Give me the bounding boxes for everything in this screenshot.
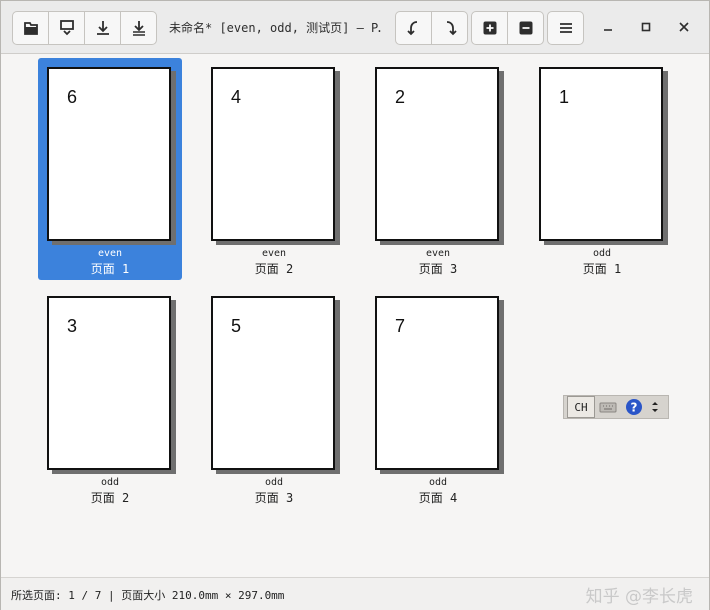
page-preview: 6 xyxy=(47,67,171,241)
zoom-in-icon xyxy=(483,21,496,35)
page-source-file: odd xyxy=(428,477,448,488)
page-label: 页面 2 xyxy=(254,262,294,276)
page-source-file: even xyxy=(425,248,451,259)
app-window: 未命名* [even, odd, 测试页] — P… 6 even 页面 1 4… xyxy=(0,0,710,610)
window-title: 未命名* [even, odd, 测试页] — P… xyxy=(169,21,381,35)
page-thumbnail[interactable]: 4 even 页面 2 xyxy=(202,58,346,280)
header-bar: 未命名* [even, odd, 测试页] — P… xyxy=(1,1,709,54)
file-button-group xyxy=(12,11,157,45)
page-number: 4 xyxy=(231,87,242,107)
open-icon xyxy=(23,22,38,35)
keyboard-icon xyxy=(599,402,617,413)
page-thumbnail[interactable]: 2 even 页面 3 xyxy=(366,58,510,280)
export-button[interactable] xyxy=(85,12,121,44)
page-preview: 4 xyxy=(211,67,335,241)
minimize-button[interactable] xyxy=(597,16,619,38)
menu-button-group xyxy=(547,11,584,45)
status-bar: 所选页面: 1 / 7 | 页面大小 210.0mm × 297.0mm 知乎 … xyxy=(1,577,709,610)
watermark: 知乎 @李长虎 xyxy=(585,587,693,607)
page-preview: 5 xyxy=(211,296,335,470)
close-button[interactable] xyxy=(673,16,695,38)
rotate-right-button[interactable] xyxy=(432,12,467,44)
page-number: 1 xyxy=(559,87,570,107)
rotate-right-icon xyxy=(446,21,457,36)
save-button[interactable] xyxy=(49,12,85,44)
page-label: 页面 2 xyxy=(90,491,130,505)
page-number: 3 xyxy=(67,316,78,336)
hamburger-menu-icon xyxy=(559,23,572,33)
chevron-updown-icon xyxy=(652,402,658,412)
rotate-button-group xyxy=(395,11,468,45)
close-icon xyxy=(679,22,689,32)
maximize-button[interactable] xyxy=(635,16,657,38)
page-source-file: odd xyxy=(592,248,612,259)
ime-options-button[interactable] xyxy=(647,397,663,417)
page-number: 7 xyxy=(395,316,406,336)
menu-button[interactable] xyxy=(548,12,583,44)
zoom-button-group xyxy=(471,11,544,45)
page-thumbnail[interactable]: 3 odd 页面 2 xyxy=(38,287,182,509)
export-all-icon xyxy=(132,21,145,36)
open-button[interactable] xyxy=(13,12,49,44)
rotate-left-icon xyxy=(406,21,417,36)
page-preview: 1 xyxy=(539,67,663,241)
export-all-button[interactable] xyxy=(121,12,156,44)
page-grid: 6 even 页面 1 4 even 页面 2 2 even 页面 3 1 od… xyxy=(1,54,709,576)
page-label: 页面 4 xyxy=(418,491,458,505)
page-thumbnail[interactable]: 6 even 页面 1 xyxy=(38,58,182,280)
ime-keyboard-button[interactable] xyxy=(595,397,621,417)
zoom-in-button[interactable] xyxy=(472,12,508,44)
zoom-out-button[interactable] xyxy=(508,12,543,44)
page-source-file: even xyxy=(261,248,287,259)
zoom-out-icon xyxy=(519,21,532,35)
page-label: 页面 3 xyxy=(418,262,458,276)
ime-language-button[interactable]: CH xyxy=(567,396,595,418)
page-preview: 3 xyxy=(47,296,171,470)
help-icon: ? xyxy=(626,399,642,415)
ime-toolbar: CH ? xyxy=(563,395,669,419)
page-preview: 2 xyxy=(375,67,499,241)
selection-status: 所选页面: 1 / 7 | 页面大小 210.0mm × 297.0mm xyxy=(11,589,285,602)
page-source-file: odd xyxy=(100,477,120,488)
page-preview: 7 xyxy=(375,296,499,470)
rotate-left-button[interactable] xyxy=(396,12,432,44)
page-thumbnail[interactable]: 5 odd 页面 3 xyxy=(202,287,346,509)
page-source-file: odd xyxy=(264,477,284,488)
page-number: 6 xyxy=(67,87,78,107)
page-thumbnail[interactable]: 7 odd 页面 4 xyxy=(366,287,510,509)
export-icon xyxy=(96,21,109,35)
page-label: 页面 1 xyxy=(582,262,622,276)
page-label: 页面 3 xyxy=(254,491,294,505)
page-thumbnail[interactable]: 1 odd 页面 1 xyxy=(530,58,674,280)
page-label: 页面 1 xyxy=(90,262,130,276)
page-source-file: even xyxy=(97,248,123,259)
minimize-icon xyxy=(604,29,612,31)
page-number: 5 xyxy=(231,316,242,336)
save-icon xyxy=(59,20,74,36)
maximize-icon xyxy=(641,22,651,32)
page-number: 2 xyxy=(395,87,406,107)
ime-help-button[interactable]: ? xyxy=(621,397,647,417)
svg-text:?: ? xyxy=(631,401,638,415)
